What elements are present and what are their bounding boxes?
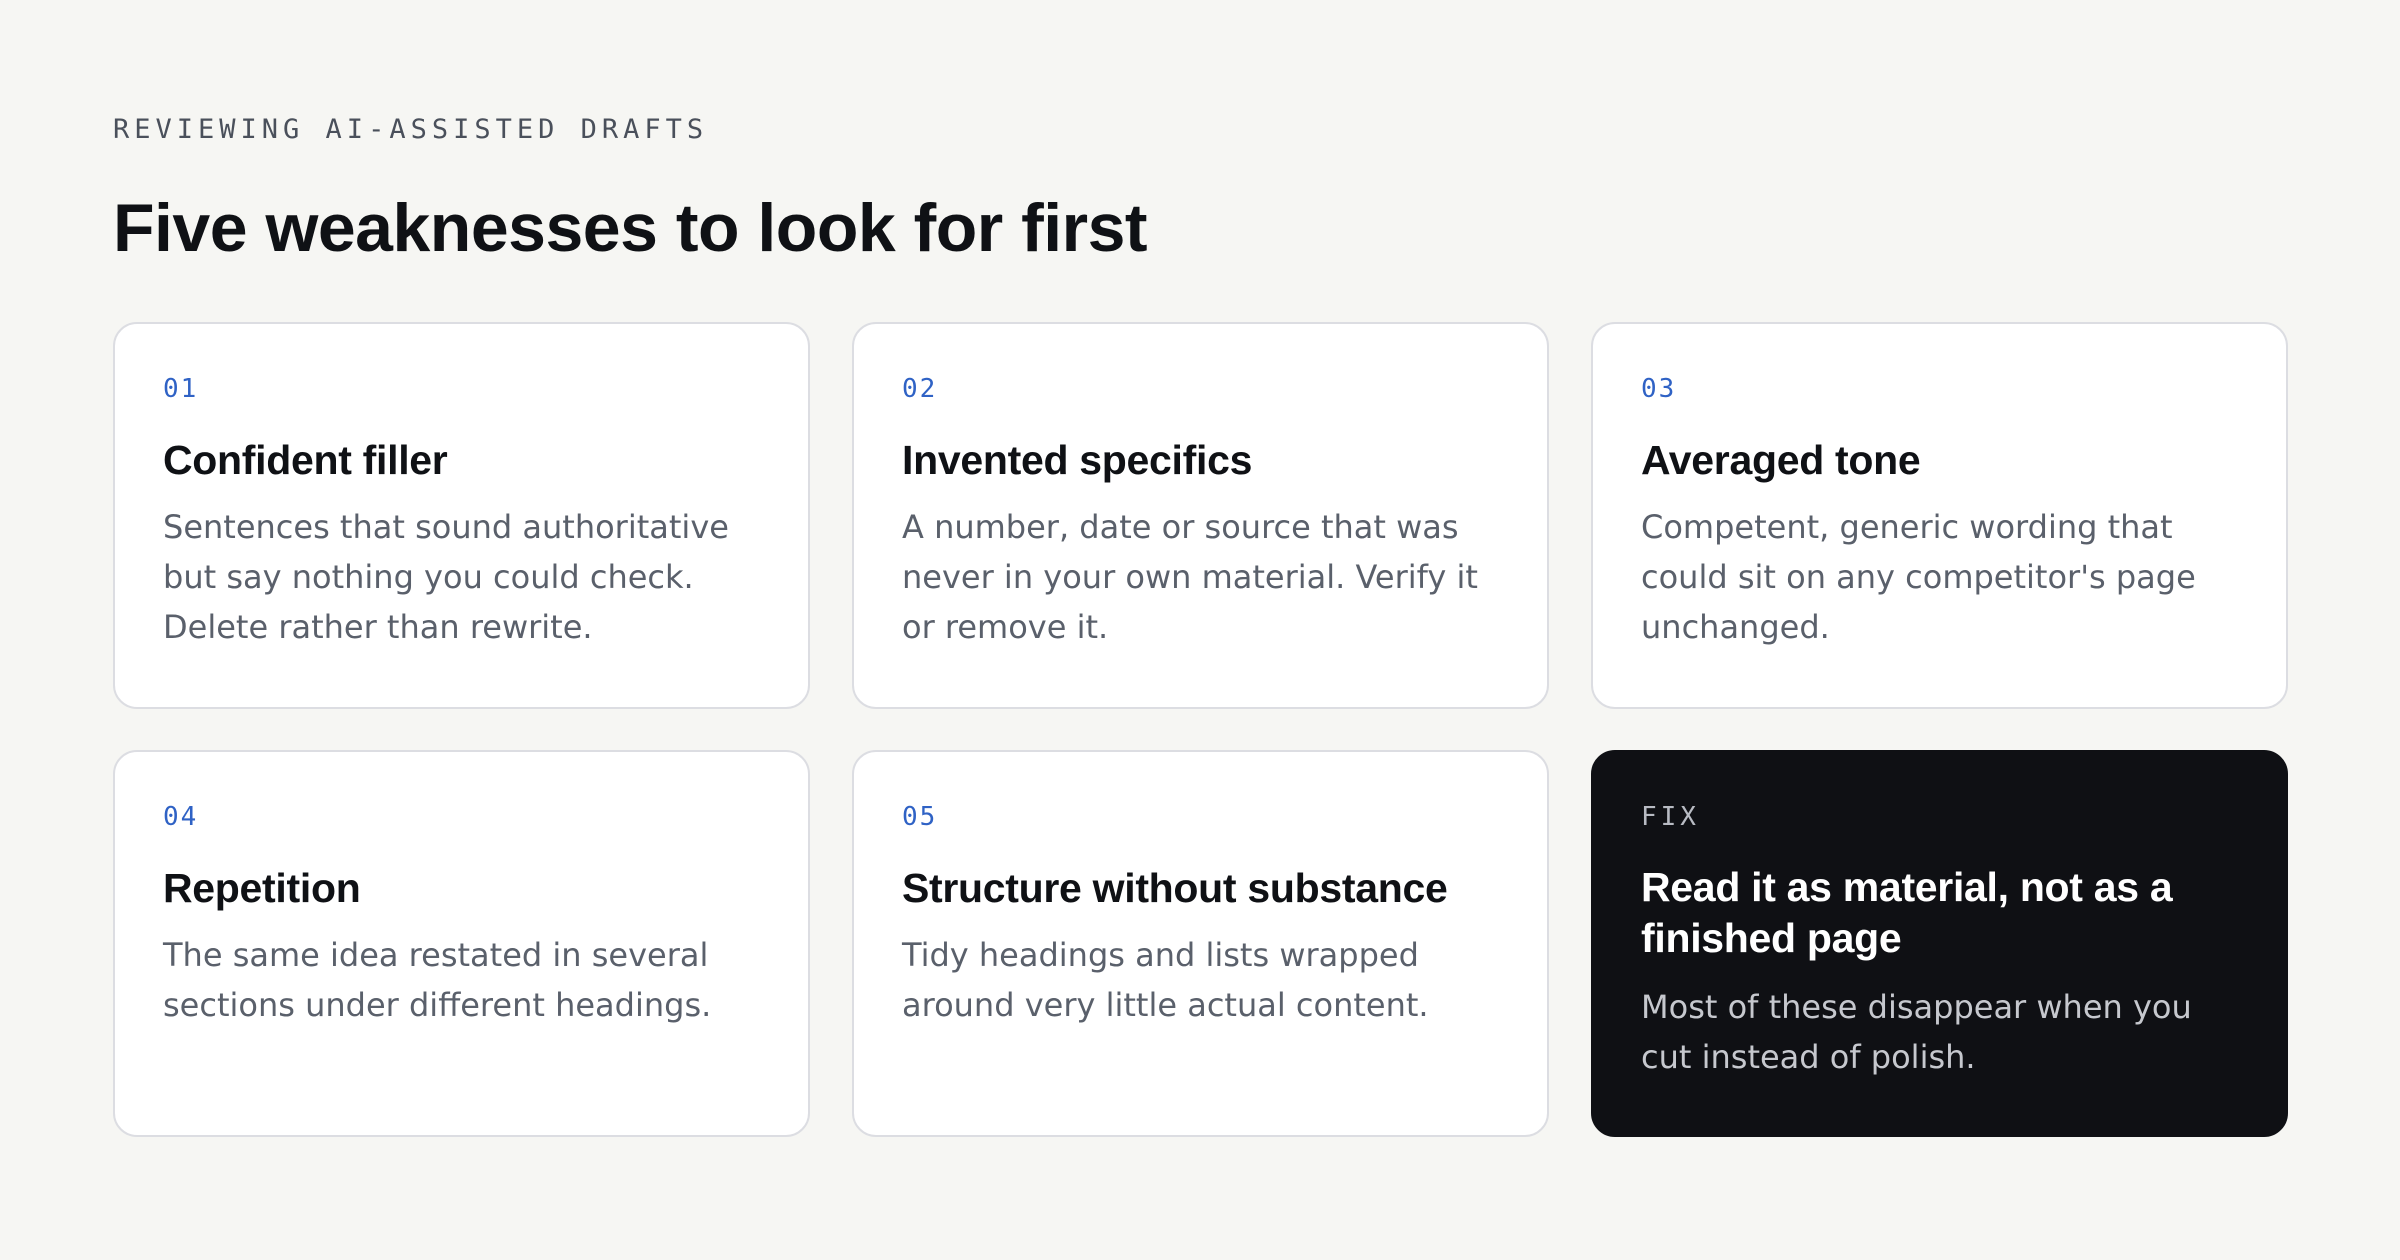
card-title: Repetition: [163, 865, 361, 911]
card-description: Tidy headings and lists wrapped around v…: [902, 936, 1429, 1024]
card-number: 04: [163, 802, 199, 832]
weakness-card-invented-specifics: 02 Invented specifics A number, date or …: [852, 322, 1549, 709]
eyebrow-label: REVIEWING AI-ASSISTED DRAFTS: [113, 114, 709, 145]
weakness-card-repetition: 04 Repetition The same idea restated in …: [113, 750, 810, 1137]
card-number: 03: [1641, 374, 1677, 404]
card-description: A number, date or source that was never …: [902, 508, 1478, 646]
card-title: Invented specifics: [902, 437, 1253, 483]
card-description: The same idea restated in several sectio…: [163, 936, 712, 1024]
page: REVIEWING AI-ASSISTED DRAFTS Five weakne…: [0, 0, 2400, 1260]
weakness-card-averaged-tone: 03 Averaged tone Competent, generic word…: [1591, 322, 2288, 709]
page-title: Five weaknesses to look for first: [113, 190, 1148, 266]
card-number: 01: [163, 374, 199, 404]
fix-title: Read it as material, not as a finished p…: [1641, 864, 2173, 961]
fix-description: Most of these disappear when you cut ins…: [1641, 988, 2192, 1076]
fix-card: FIX Read it as material, not as a finish…: [1591, 750, 2288, 1137]
card-number: 05: [902, 802, 938, 832]
card-title: Structure without substance: [902, 865, 1448, 911]
card-description: Sentences that sound authoritative but s…: [163, 508, 729, 646]
card-title: Confident filler: [163, 437, 448, 483]
card-title: Averaged tone: [1641, 437, 1921, 483]
weakness-grid: 01 Confident filler Sentences that sound…: [113, 322, 2288, 1137]
card-description: Competent, generic wording that could si…: [1641, 508, 2196, 646]
weakness-card-confident-filler: 01 Confident filler Sentences that sound…: [113, 322, 810, 709]
weakness-card-structure-without-substance: 05 Structure without substance Tidy head…: [852, 750, 1549, 1137]
fix-label: FIX: [1641, 802, 1700, 832]
card-number: 02: [902, 374, 938, 404]
